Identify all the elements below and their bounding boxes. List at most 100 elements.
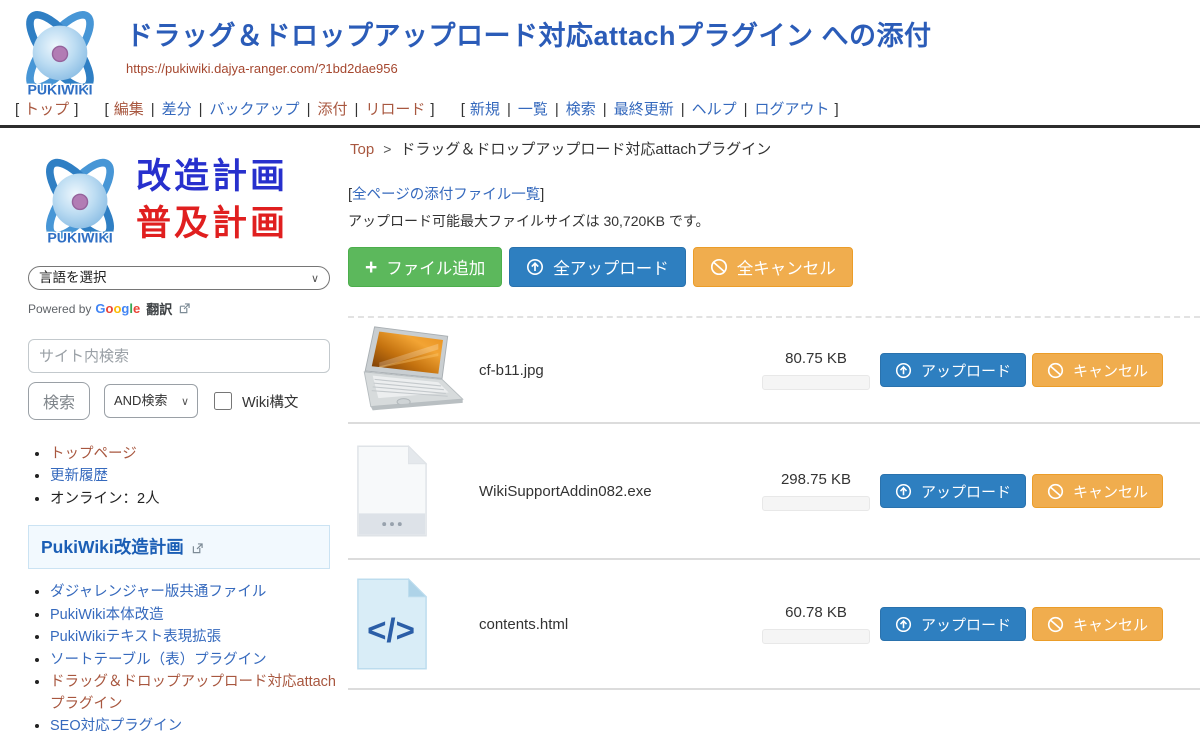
- nav-group-page: [編集|差分|バックアップ|添付|リロード]: [100, 101, 440, 118]
- upload-circle-icon: [895, 483, 912, 500]
- row-actions: アップロード キャンセル: [880, 353, 1163, 387]
- sidebar-banner[interactable]: PUKIWIKI 改造計画 普及計画: [28, 150, 332, 250]
- nav-item-edit[interactable]: 編集: [114, 101, 144, 118]
- sidebar-menu-links: ダジャレンジャー版共通ファイル PukiWiki本体改造 PukiWikiテキス…: [28, 582, 348, 737]
- wiki-syntax-checkbox[interactable]: [214, 392, 232, 410]
- file-size-cell: 80.75 KB: [762, 350, 870, 390]
- atom-icon: PUKIWIKI: [8, 4, 112, 100]
- ban-icon: [1047, 483, 1064, 500]
- sidebar-item-dnd-attach[interactable]: ドラッグ＆ドロップアップロード対応attachプラグイン: [50, 674, 336, 711]
- sidebar-item-recent-changes[interactable]: 更新履歴: [50, 468, 108, 484]
- atom-icon: PUKIWIKI: [28, 150, 132, 250]
- search-controls: 検索 AND検索 ∨ Wiki構文: [28, 382, 348, 420]
- upload-progress-bar: [762, 496, 870, 511]
- google-logo-text: Google: [95, 301, 140, 316]
- upload-progress-bar: [762, 375, 870, 390]
- file-size-cell: 298.75 KB: [762, 471, 870, 511]
- sidebar-item-text-ext[interactable]: PukiWikiテキスト表現拡張: [50, 629, 221, 645]
- sidebar-item-body-mod[interactable]: PukiWiki本体改造: [50, 607, 164, 623]
- pukiwiki-logo: PUKIWIKI: [8, 4, 112, 105]
- cancel-all-button[interactable]: 全キャンセル: [693, 247, 853, 287]
- html-code-file-icon: </>: [355, 577, 429, 671]
- upload-button[interactable]: アップロード: [880, 607, 1026, 641]
- cancel-button[interactable]: キャンセル: [1032, 474, 1163, 508]
- list-item: 更新履歴: [50, 466, 348, 487]
- nav-item-reload[interactable]: リロード: [365, 101, 425, 118]
- ban-icon: [1047, 362, 1064, 379]
- online-count: オンライン：2人: [50, 489, 348, 510]
- sidebar-item-seo-plugin[interactable]: SEO対応プラグイン: [50, 718, 182, 734]
- google-translate-attribution: Powered by Google 翻訳: [28, 299, 348, 318]
- language-select[interactable]: 言語を選択 ∨: [28, 266, 330, 290]
- nav-item-attach[interactable]: 添付: [317, 101, 347, 118]
- upload-circle-icon: [895, 362, 912, 379]
- search-button[interactable]: 検索: [28, 382, 90, 420]
- cancel-button[interactable]: キャンセル: [1032, 353, 1163, 387]
- attach-list-line: [全ページの添付ファイル一覧]: [348, 183, 1200, 204]
- list-item: ドラッグ＆ドロップアップロード対応attachプラグイン: [50, 672, 348, 715]
- nav-item-recent[interactable]: 最終更新: [614, 101, 674, 118]
- svg-text:PUKIWIKI: PUKIWIKI: [47, 231, 112, 247]
- nav-item-search[interactable]: 検索: [566, 101, 596, 118]
- upload-circle-icon: [526, 258, 544, 276]
- sidebar-top-links: トップページ 更新履歴 オンライン：2人: [28, 444, 348, 510]
- list-item: PukiWikiテキスト表現拡張: [50, 627, 348, 648]
- sidebar: PUKIWIKI 改造計画 普及計画 言語を選択 ∨ Powered by Go…: [0, 128, 348, 739]
- all-pages-attach-list-link[interactable]: 全ページの添付ファイル一覧: [352, 187, 540, 203]
- file-thumbnail: [355, 444, 479, 538]
- breadcrumb-top-link[interactable]: Top: [350, 141, 374, 158]
- laptop-photo-icon: [355, 325, 471, 415]
- upload-button[interactable]: アップロード: [880, 474, 1026, 508]
- nav-item-diff[interactable]: 差分: [162, 101, 192, 118]
- row-actions: アップロード キャンセル: [880, 607, 1163, 641]
- svg-text:PUKIWIKI: PUKIWIKI: [27, 81, 92, 97]
- breadcrumb: Top>ドラッグ＆ドロップアップロード対応attachプラグイン: [350, 138, 1200, 159]
- upload-progress-bar: [762, 629, 870, 644]
- nav-item-new[interactable]: 新規: [470, 101, 500, 118]
- upload-all-button[interactable]: 全アップロード: [509, 247, 686, 287]
- list-item: PukiWiki本体改造: [50, 605, 348, 626]
- chevron-down-icon: ∨: [311, 268, 319, 290]
- cancel-button[interactable]: キャンセル: [1032, 607, 1163, 641]
- file-size: 80.75 KB: [762, 350, 870, 367]
- nav-item-logout[interactable]: ログアウト: [755, 101, 830, 118]
- banner-text-kaizo: 改造計画: [136, 153, 288, 200]
- list-item: トップページ: [50, 444, 348, 465]
- sidebar-item-sort-table[interactable]: ソートテーブル（表）プラグイン: [50, 652, 267, 668]
- page-url-link[interactable]: https://pukiwiki.dajya-ranger.com/?1bd2d…: [126, 61, 398, 76]
- svg-text:</>: </>: [367, 613, 415, 650]
- chevron-down-icon: ∨: [181, 386, 189, 418]
- file-size: 298.75 KB: [762, 471, 870, 488]
- max-upload-size-text: アップロード可能最大ファイルサイズは 30,720KB です。: [348, 211, 1200, 231]
- generic-file-icon: [355, 444, 429, 538]
- sidebar-item-toppage[interactable]: トップページ: [50, 446, 137, 462]
- top-navigation: [トップ] [編集|差分|バックアップ|添付|リロード] [新規|一覧|検索|最…: [0, 97, 1200, 124]
- file-thumbnail: </>: [355, 577, 479, 671]
- external-link-icon: [192, 543, 203, 554]
- upload-toolbar: + ファイル追加 全アップロード 全キャンセル: [348, 247, 1200, 287]
- nav-item-backup[interactable]: バックアップ: [210, 101, 300, 118]
- file-thumbnail: [355, 325, 479, 415]
- file-drop-zone[interactable]: cf-b11.jpg 80.75 KB アップロード キャンセル: [348, 316, 1200, 690]
- sidebar-heading-pukiwiki-kaizo[interactable]: PukiWiki改造計画: [28, 525, 330, 569]
- sidebar-item-common-files[interactable]: ダジャレンジャー版共通ファイル: [50, 584, 266, 600]
- banner-text-fukyu: 普及計画: [136, 200, 288, 247]
- nav-item-help[interactable]: ヘルプ: [692, 101, 737, 118]
- list-item: ダジャレンジャー版共通ファイル: [50, 582, 348, 603]
- table-row: WikiSupportAddin082.exe 298.75 KB アップロード…: [348, 424, 1200, 560]
- upload-button[interactable]: アップロード: [880, 353, 1026, 387]
- list-item: ソートテーブル（表）プラグイン: [50, 650, 348, 671]
- main-content: Top>ドラッグ＆ドロップアップロード対応attachプラグイン [全ページの添…: [348, 128, 1200, 690]
- breadcrumb-current: ドラッグ＆ドロップアップロード対応attachプラグイン: [400, 141, 771, 158]
- site-search-input[interactable]: [28, 339, 330, 373]
- plus-icon: +: [365, 257, 377, 278]
- file-size-cell: 60.78 KB: [762, 604, 870, 644]
- page-title: ドラッグ＆ドロップアップロード対応attachプラグイン への添付: [126, 22, 1200, 52]
- search-mode-select[interactable]: AND検索 ∨: [104, 384, 198, 418]
- file-name: WikiSupportAddin082.exe: [479, 483, 762, 500]
- list-item: SEO対応プラグイン: [50, 716, 348, 737]
- row-actions: アップロード キャンセル: [880, 474, 1163, 508]
- nav-group-site: [新規|一覧|検索|最終更新|ヘルプ|ログアウト]: [456, 101, 844, 118]
- nav-item-list[interactable]: 一覧: [518, 101, 548, 118]
- add-files-button[interactable]: + ファイル追加: [348, 247, 502, 287]
